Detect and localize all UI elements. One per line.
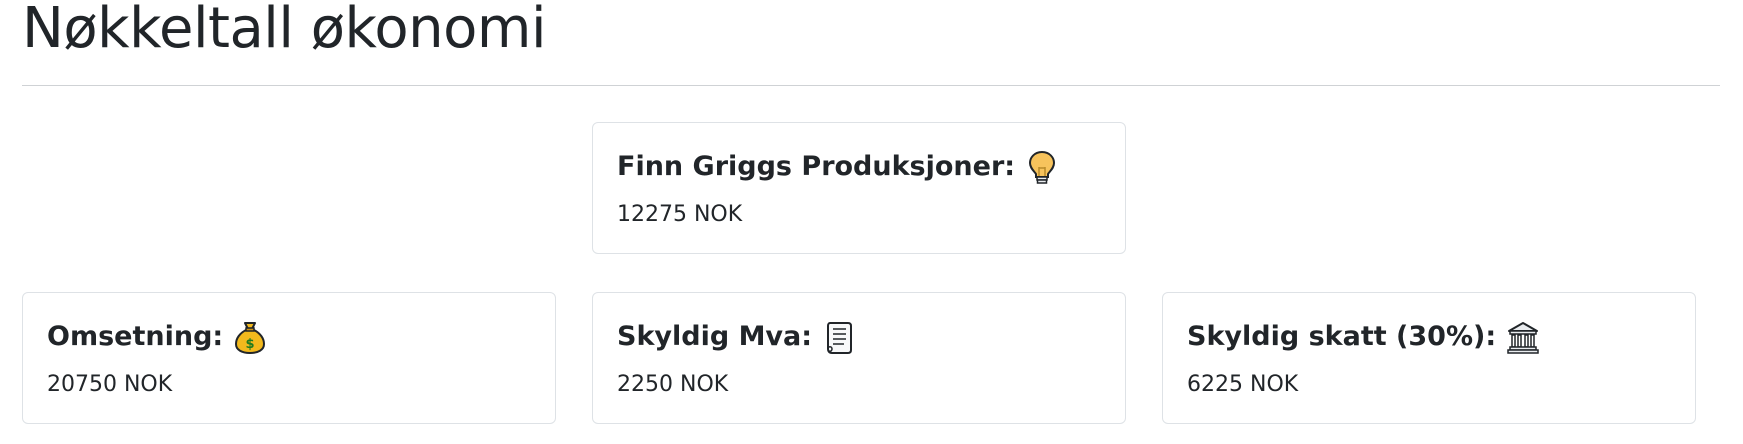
skatt-card-value: 6225 NOK [1187,372,1299,397]
svg-text:$: $ [246,337,255,352]
omsetning-card-label: Omsetning: [47,321,224,352]
mva-card-value: 2250 NOK [617,372,729,397]
skatt-card-title: Skyldig skatt (30%): [1187,317,1540,357]
omsetning-card-value: 20750 NOK [47,372,173,397]
omsetning-card-title: Omsetning: $ [47,317,267,357]
title-divider [22,85,1720,86]
money-bag-icon: $ [233,319,267,355]
page-title: Nøkkeltall økonomi [22,0,547,61]
mva-card-title: Skyldig Mva: [617,317,856,357]
company-card: Finn Griggs Produksjoner: 12275 NOK [592,122,1126,254]
omsetning-card: Omsetning: $ 20750 NOK [22,292,556,424]
scroll-icon [822,319,856,355]
skatt-card-label: Skyldig skatt (30%): [1187,321,1497,352]
company-card-title: Finn Griggs Produksjoner: [617,147,1059,187]
company-card-label: Finn Griggs Produksjoner: [617,151,1016,182]
lightbulb-icon [1025,149,1059,185]
company-card-value: 12275 NOK [617,202,743,227]
bank-icon [1506,319,1540,355]
mva-card-label: Skyldig Mva: [617,321,813,352]
mva-card: Skyldig Mva: 2250 NOK [592,292,1126,424]
skatt-card: Skyldig skatt (30%): 6225 NOK [1162,292,1696,424]
